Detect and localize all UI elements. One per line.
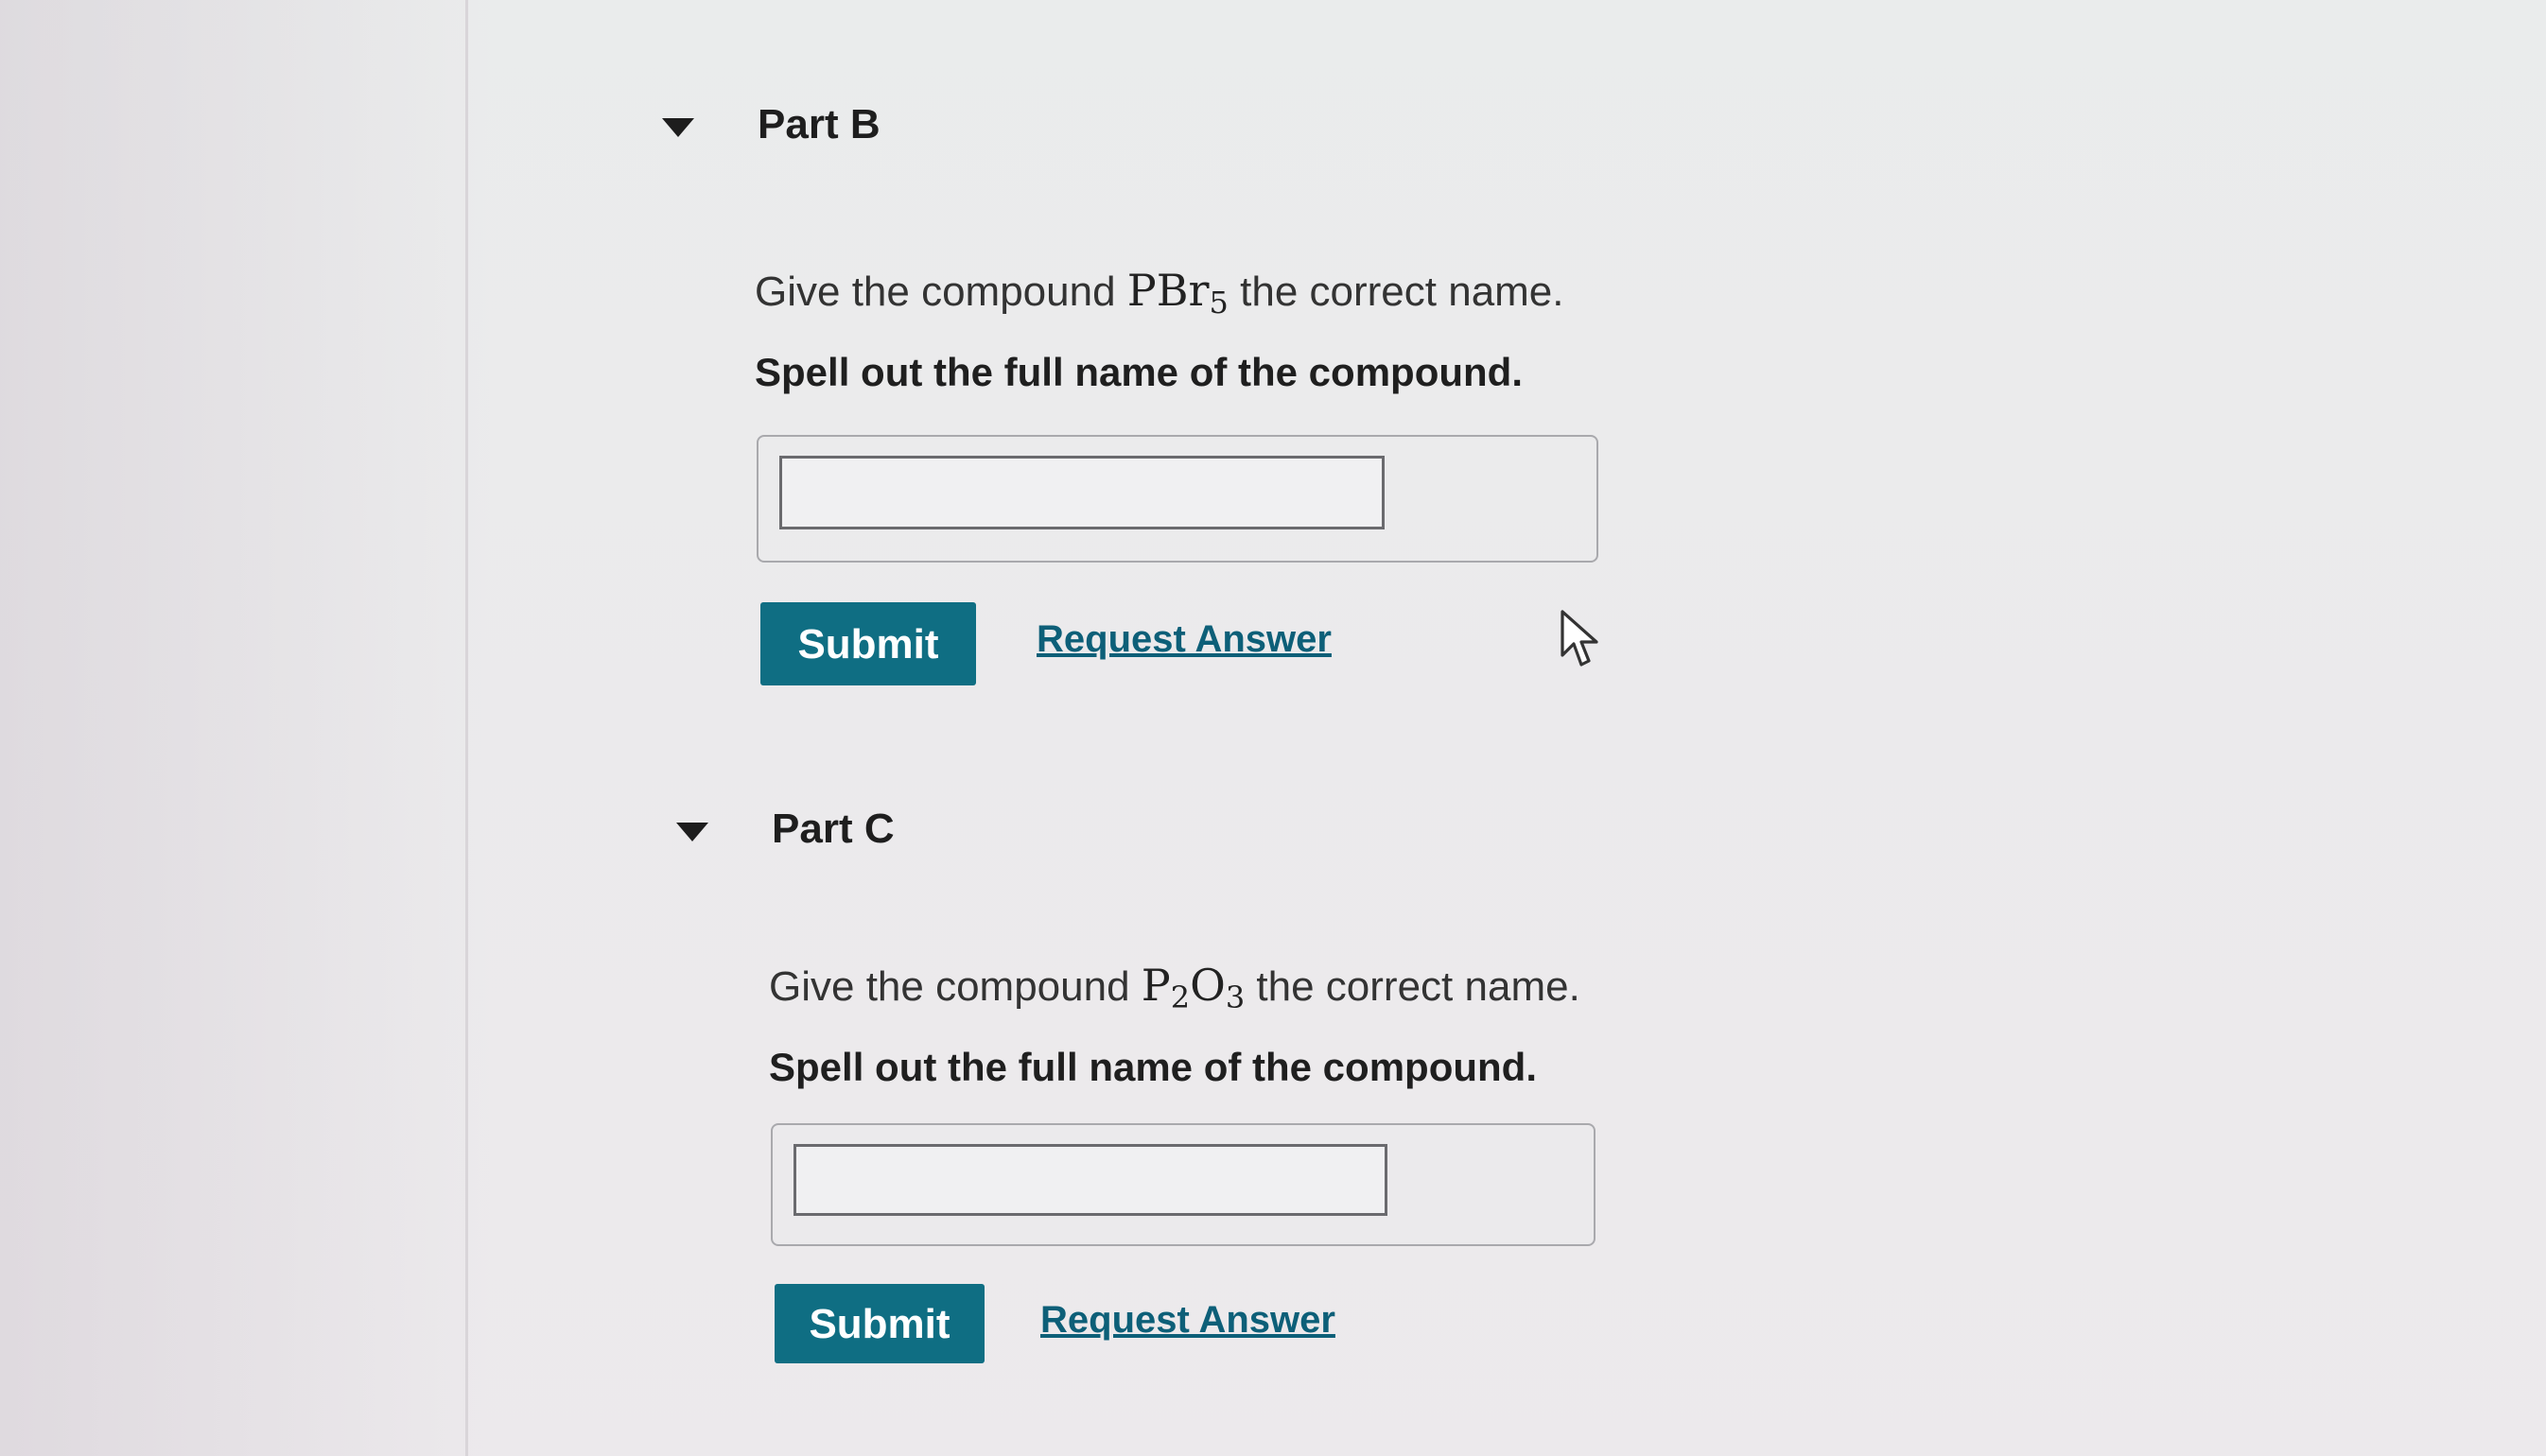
formula-main-2: O [1190, 960, 1226, 1011]
formula-main: PBr [1126, 265, 1210, 316]
compound-formula: P2O3 [1141, 960, 1245, 1015]
part-b-answer-container [757, 435, 1598, 563]
formula-main: P [1141, 960, 1171, 1011]
part-c-header[interactable]: Part C [676, 794, 1811, 879]
formula-subscript: 2 [1170, 979, 1191, 1015]
part-b-section: Part B Give the compound PBr5 the correc… [662, 90, 1797, 685]
part-c-answer-container [771, 1123, 1596, 1246]
prompt-text-end: the correct name. [1228, 269, 1564, 315]
page: Part B Give the compound PBr5 the correc… [0, 0, 2546, 1456]
prompt-text: Give the compound [755, 269, 1127, 315]
part-b-instruction: Spell out the full name of the compound. [755, 350, 1523, 394]
part-b-title: Part B [758, 101, 881, 147]
part-b-header[interactable]: Part B [662, 90, 1797, 175]
formula-subscript-2: 3 [1225, 979, 1246, 1015]
part-b-answer-input[interactable] [779, 456, 1385, 529]
part-b-submit-button[interactable]: Submit [760, 602, 976, 685]
part-c-title: Part C [772, 806, 895, 852]
left-divider [465, 0, 468, 1456]
formula-subscript: 5 [1209, 285, 1229, 321]
part-c-section: Part C Give the compound P2O3 the correc… [676, 794, 1811, 1363]
part-c-instruction: Spell out the full name of the compound. [769, 1045, 1537, 1089]
caret-down-icon[interactable] [662, 118, 694, 137]
caret-down-icon[interactable] [676, 823, 708, 841]
part-c-prompt: Give the compound P2O3 the correct name. [769, 960, 1580, 1015]
part-b-request-answer-link[interactable]: Request Answer [1037, 618, 1332, 661]
part-c-request-answer-link[interactable]: Request Answer [1040, 1299, 1335, 1342]
part-b-prompt: Give the compound PBr5 the correct name. [755, 265, 1564, 321]
compound-formula: PBr5 [1126, 265, 1229, 321]
part-c-submit-button[interactable]: Submit [775, 1284, 985, 1363]
mouse-pointer-icon [1561, 610, 1598, 667]
part-c-answer-input[interactable] [793, 1144, 1387, 1216]
prompt-text-end: the correct name. [1245, 963, 1580, 1010]
prompt-text: Give the compound [769, 963, 1142, 1010]
